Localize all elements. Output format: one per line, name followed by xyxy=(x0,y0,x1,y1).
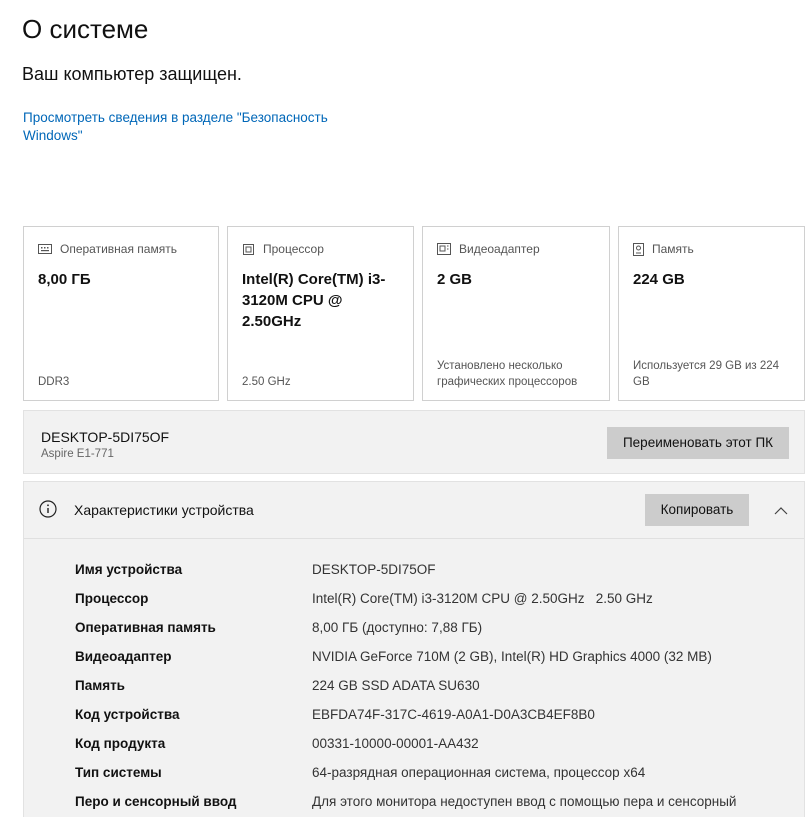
device-specs-panel: Характеристики устройства Копировать Имя… xyxy=(23,481,805,817)
page-title: О системе xyxy=(22,14,149,44)
card-value: Intel(R) Core(TM) i3-3120M CPU @ 2.50GHz xyxy=(242,271,386,330)
spec-key: Перо и сенсорный ввод xyxy=(75,794,237,809)
pc-model: Aspire E1-771 xyxy=(41,448,114,460)
spec-value: EBFDA74F-317C-4619-A0A1-D0A3CB4EF8B0 xyxy=(312,707,595,722)
card-footer: Используется 29 GB из 224 GB xyxy=(633,360,780,388)
card-value: 8,00 ГБ xyxy=(38,271,91,288)
spec-key: Код продукта xyxy=(75,736,166,751)
spec-key: Тип системы xyxy=(75,765,162,780)
spec-value: NVIDIA GeForce 710M (2 GB), Intel(R) HD … xyxy=(312,649,712,664)
info-icon xyxy=(39,500,57,523)
card-value: 224 GB xyxy=(633,271,685,288)
spec-row: Имя устройства DESKTOP-5DI75OF xyxy=(75,562,795,584)
spec-row: Видеоадаптер NVIDIA GeForce 710M (2 GB),… xyxy=(75,649,795,671)
device-specs-title: Характеристики устройства xyxy=(74,502,254,518)
security-details-link[interactable]: Просмотреть сведения в разделе "Безопасн… xyxy=(23,109,363,145)
spec-value: Для этого монитора недоступен ввод с пом… xyxy=(312,794,737,809)
memory-icon xyxy=(38,244,52,254)
card-label: Память xyxy=(652,242,694,256)
card-label: Видеоадаптер xyxy=(459,242,540,256)
spec-key: Оперативная память xyxy=(75,620,216,635)
rename-pc-button[interactable]: Переименовать этот ПК xyxy=(607,427,789,459)
card-footer: 2.50 GHz xyxy=(242,376,291,388)
chevron-up-icon[interactable] xyxy=(774,502,788,520)
spec-row: Процессор Intel(R) Core(TM) i3-3120M CPU… xyxy=(75,591,795,613)
card-label: Процессор xyxy=(263,242,324,256)
spec-row: Перо и сенсорный ввод Для этого монитора… xyxy=(75,794,795,816)
pc-name-bar: DESKTOP-5DI75OF Aspire E1-771 Переименов… xyxy=(23,410,805,474)
spec-row: Оперативная память 8,00 ГБ (доступно: 7,… xyxy=(75,620,795,642)
spec-row: Код продукта 00331-10000-00001-AA432 xyxy=(75,736,795,758)
pc-name: DESKTOP-5DI75OF xyxy=(41,429,170,445)
spec-value: 64-разрядная операционная система, проце… xyxy=(312,765,646,780)
card-label: Оперативная память xyxy=(60,242,177,256)
spec-value: Intel(R) Core(TM) i3-3120M CPU @ 2.50GHz… xyxy=(312,591,653,606)
spec-value: DESKTOP-5DI75OF xyxy=(312,562,436,577)
spec-key: Код устройства xyxy=(75,707,180,722)
spec-value: 224 GB SSD ADATA SU630 xyxy=(312,678,480,693)
spec-value: 8,00 ГБ (доступно: 7,88 ГБ) xyxy=(312,620,483,635)
spec-row: Память 224 GB SSD ADATA SU630 xyxy=(75,678,795,700)
summary-cards: Оперативная память 8,00 ГБ DDR3 Процессо… xyxy=(23,226,805,403)
card-footer: DDR3 xyxy=(38,376,70,388)
storage-card: Память 224 GB Используется 29 GB из 224 … xyxy=(618,226,805,401)
storage-icon xyxy=(633,242,644,256)
spec-row: Код устройства EBFDA74F-317C-4619-A0A1-D… xyxy=(75,707,795,729)
spec-row: Тип системы 64-разрядная операционная си… xyxy=(75,765,795,787)
processor-card: Процессор Intel(R) Core(TM) i3-3120M CPU… xyxy=(227,226,414,401)
spec-key: Память xyxy=(75,678,125,693)
spec-key: Имя устройства xyxy=(75,562,183,577)
processor-icon xyxy=(242,243,255,256)
spec-key: Видеоадаптер xyxy=(75,649,172,664)
copy-button[interactable]: Копировать xyxy=(645,494,749,526)
protection-status: Ваш компьютер защищен. xyxy=(22,64,242,84)
card-value: 2 GB xyxy=(437,271,473,288)
display-adapter-card: Видеоадаптер 2 GB Установлено несколько … xyxy=(422,226,610,401)
spec-value: 00331-10000-00001-AA432 xyxy=(312,736,479,751)
device-specs-header[interactable]: Характеристики устройства Копировать xyxy=(24,482,804,539)
spec-key: Процессор xyxy=(75,591,149,606)
display-adapter-icon xyxy=(437,243,451,255)
memory-card: Оперативная память 8,00 ГБ DDR3 xyxy=(23,226,219,401)
card-footer: Установлено несколько графических процес… xyxy=(437,360,578,388)
